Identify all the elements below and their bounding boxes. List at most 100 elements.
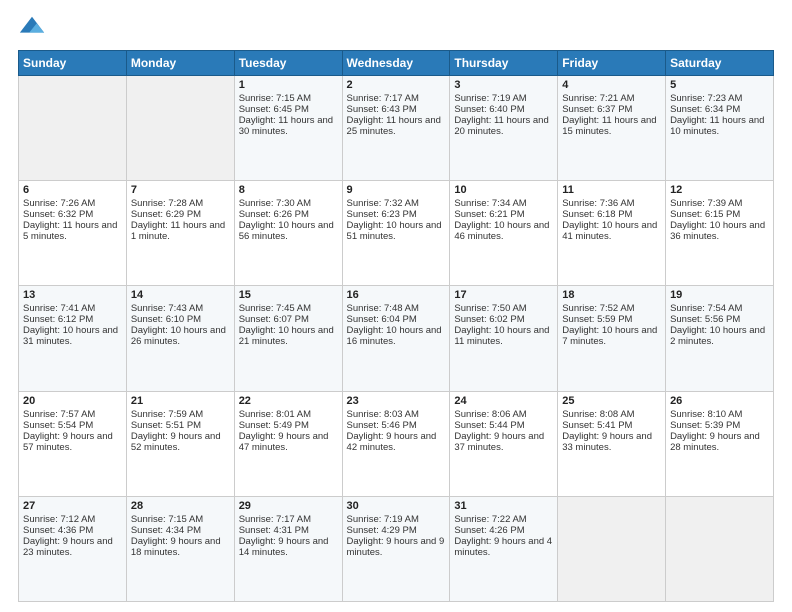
day-cell: 26Sunrise: 8:10 AMSunset: 5:39 PMDayligh… xyxy=(666,391,774,496)
sunrise-text: Sunrise: 7:17 AM xyxy=(347,93,446,104)
day-cell: 7Sunrise: 7:28 AMSunset: 6:29 PMDaylight… xyxy=(126,181,234,286)
sunrise-text: Sunrise: 8:08 AM xyxy=(562,409,661,420)
day-cell: 27Sunrise: 7:12 AMSunset: 4:36 PMDayligh… xyxy=(19,496,127,601)
day-number: 30 xyxy=(347,500,446,512)
sunrise-text: Sunrise: 7:28 AM xyxy=(131,198,230,209)
day-number: 18 xyxy=(562,289,661,301)
sunrise-text: Sunrise: 7:59 AM xyxy=(131,409,230,420)
sunrise-text: Sunrise: 7:19 AM xyxy=(347,514,446,525)
daylight-text: Daylight: 10 hours and 21 minutes. xyxy=(239,325,338,347)
col-header-saturday: Saturday xyxy=(666,51,774,76)
daylight-text: Daylight: 10 hours and 41 minutes. xyxy=(562,220,661,242)
day-number: 12 xyxy=(670,184,769,196)
daylight-text: Daylight: 10 hours and 46 minutes. xyxy=(454,220,553,242)
daylight-text: Daylight: 11 hours and 30 minutes. xyxy=(239,115,338,137)
day-number: 6 xyxy=(23,184,122,196)
sunset-text: Sunset: 4:31 PM xyxy=(239,525,338,536)
day-number: 27 xyxy=(23,500,122,512)
sunrise-text: Sunrise: 8:10 AM xyxy=(670,409,769,420)
sunset-text: Sunset: 6:26 PM xyxy=(239,209,338,220)
daylight-text: Daylight: 9 hours and 28 minutes. xyxy=(670,431,769,453)
sunrise-text: Sunrise: 7:23 AM xyxy=(670,93,769,104)
sunrise-text: Sunrise: 7:48 AM xyxy=(347,303,446,314)
sunrise-text: Sunrise: 7:30 AM xyxy=(239,198,338,209)
day-number: 11 xyxy=(562,184,661,196)
day-number: 16 xyxy=(347,289,446,301)
day-cell: 4Sunrise: 7:21 AMSunset: 6:37 PMDaylight… xyxy=(558,76,666,181)
sunset-text: Sunset: 6:18 PM xyxy=(562,209,661,220)
day-number: 15 xyxy=(239,289,338,301)
day-cell: 29Sunrise: 7:17 AMSunset: 4:31 PMDayligh… xyxy=(234,496,342,601)
header-row: SundayMondayTuesdayWednesdayThursdayFrid… xyxy=(19,51,774,76)
sunset-text: Sunset: 5:46 PM xyxy=(347,420,446,431)
day-number: 28 xyxy=(131,500,230,512)
sunrise-text: Sunrise: 7:57 AM xyxy=(23,409,122,420)
sunset-text: Sunset: 6:32 PM xyxy=(23,209,122,220)
sunset-text: Sunset: 6:10 PM xyxy=(131,314,230,325)
day-number: 31 xyxy=(454,500,553,512)
daylight-text: Daylight: 11 hours and 5 minutes. xyxy=(23,220,122,242)
day-cell: 14Sunrise: 7:43 AMSunset: 6:10 PMDayligh… xyxy=(126,286,234,391)
daylight-text: Daylight: 9 hours and 37 minutes. xyxy=(454,431,553,453)
col-header-sunday: Sunday xyxy=(19,51,127,76)
sunset-text: Sunset: 6:37 PM xyxy=(562,104,661,115)
day-number: 26 xyxy=(670,395,769,407)
day-number: 8 xyxy=(239,184,338,196)
logo-icon xyxy=(18,14,46,42)
day-number: 1 xyxy=(239,79,338,91)
sunset-text: Sunset: 6:02 PM xyxy=(454,314,553,325)
day-cell: 31Sunrise: 7:22 AMSunset: 4:26 PMDayligh… xyxy=(450,496,558,601)
day-cell: 17Sunrise: 7:50 AMSunset: 6:02 PMDayligh… xyxy=(450,286,558,391)
week-row-2: 6Sunrise: 7:26 AMSunset: 6:32 PMDaylight… xyxy=(19,181,774,286)
day-number: 23 xyxy=(347,395,446,407)
daylight-text: Daylight: 10 hours and 26 minutes. xyxy=(131,325,230,347)
day-number: 25 xyxy=(562,395,661,407)
day-number: 21 xyxy=(131,395,230,407)
sunset-text: Sunset: 4:36 PM xyxy=(23,525,122,536)
sunset-text: Sunset: 4:29 PM xyxy=(347,525,446,536)
sunset-text: Sunset: 6:21 PM xyxy=(454,209,553,220)
daylight-text: Daylight: 10 hours and 16 minutes. xyxy=(347,325,446,347)
sunrise-text: Sunrise: 7:19 AM xyxy=(454,93,553,104)
day-cell: 6 Sunrise: 7:26 AMSunset: 6:32 PMDaylight… xyxy=(19,181,127,286)
sunrise-text: Sunrise: 7:45 AM xyxy=(239,303,338,314)
day-number: 13 xyxy=(23,289,122,301)
sunset-text: Sunset: 5:44 PM xyxy=(454,420,553,431)
sunrise-text: Sunrise: 7:34 AM xyxy=(454,198,553,209)
col-header-monday: Monday xyxy=(126,51,234,76)
sunrise-text: Sunrise: 7:21 AM xyxy=(562,93,661,104)
day-cell: 28Sunrise: 7:15 AMSunset: 4:34 PMDayligh… xyxy=(126,496,234,601)
sunrise-text: Sunrise: 7:41 AM xyxy=(23,303,122,314)
daylight-text: Daylight: 9 hours and 18 minutes. xyxy=(131,536,230,558)
day-number: 2 xyxy=(347,79,446,91)
sunset-text: Sunset: 6:34 PM xyxy=(670,104,769,115)
day-cell: 3Sunrise: 7:19 AMSunset: 6:40 PMDaylight… xyxy=(450,76,558,181)
daylight-text: Daylight: 9 hours and 42 minutes. xyxy=(347,431,446,453)
day-cell: 12Sunrise: 7:39 AMSunset: 6:15 PMDayligh… xyxy=(666,181,774,286)
day-cell: 9Sunrise: 7:32 AMSunset: 6:23 PMDaylight… xyxy=(342,181,450,286)
daylight-text: Daylight: 9 hours and 47 minutes. xyxy=(239,431,338,453)
day-number: 24 xyxy=(454,395,553,407)
col-header-tuesday: Tuesday xyxy=(234,51,342,76)
sunrise-text: Sunrise: 7:22 AM xyxy=(454,514,553,525)
day-number: 4 xyxy=(562,79,661,91)
day-cell: 8Sunrise: 7:30 AMSunset: 6:26 PMDaylight… xyxy=(234,181,342,286)
day-cell: 11Sunrise: 7:36 AMSunset: 6:18 PMDayligh… xyxy=(558,181,666,286)
day-cell: 20Sunrise: 7:57 AMSunset: 5:54 PMDayligh… xyxy=(19,391,127,496)
sunset-text: Sunset: 5:56 PM xyxy=(670,314,769,325)
day-cell: 23Sunrise: 8:03 AMSunset: 5:46 PMDayligh… xyxy=(342,391,450,496)
day-cell xyxy=(19,76,127,181)
week-row-4: 20Sunrise: 7:57 AMSunset: 5:54 PMDayligh… xyxy=(19,391,774,496)
sunrise-text: Sunrise: 7:17 AM xyxy=(239,514,338,525)
day-cell xyxy=(666,496,774,601)
sunrise-text: Sunrise: 7:26 AM xyxy=(23,198,122,209)
day-number: 7 xyxy=(131,184,230,196)
sunset-text: Sunset: 6:29 PM xyxy=(131,209,230,220)
sunrise-text: Sunrise: 7:32 AM xyxy=(347,198,446,209)
sunrise-text: Sunrise: 7:15 AM xyxy=(131,514,230,525)
sunrise-text: Sunrise: 8:06 AM xyxy=(454,409,553,420)
sunset-text: Sunset: 4:26 PM xyxy=(454,525,553,536)
sunrise-text: Sunrise: 7:12 AM xyxy=(23,514,122,525)
day-number: 9 xyxy=(347,184,446,196)
sunset-text: Sunset: 6:15 PM xyxy=(670,209,769,220)
